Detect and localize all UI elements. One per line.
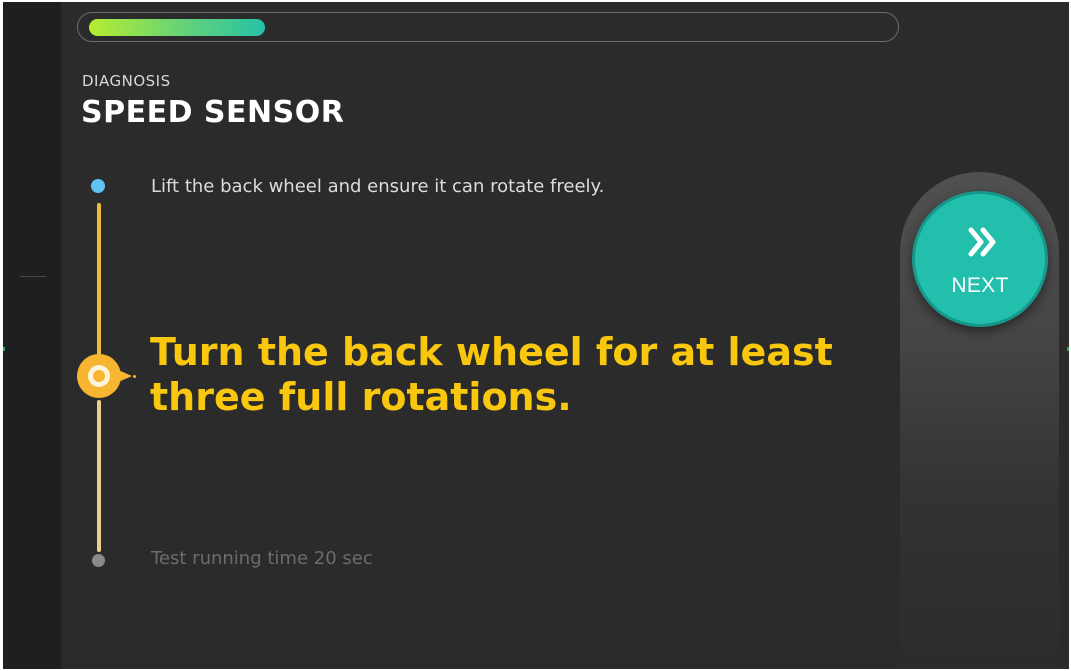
step-active-pointer-tip (133, 375, 136, 378)
step-active-marker (77, 354, 121, 398)
timeline-line-remaining (97, 400, 101, 552)
step-pending-dot (92, 554, 105, 567)
next-button-label: NEXT (951, 274, 1009, 297)
step-pending-text: Test running time 20 sec (151, 548, 373, 569)
section-kicker: DIAGNOSIS (82, 72, 171, 90)
timeline-line-completed (97, 203, 101, 361)
step-done-dot (91, 179, 105, 193)
step-active-text: Turn the back wheel for at least three f… (150, 330, 833, 419)
page-title: SPEED SENSOR (81, 95, 345, 130)
edge-indicator-right (1067, 347, 1069, 351)
left-rail (3, 2, 61, 669)
step-active-pointer (116, 369, 132, 383)
step-done-text: Lift the back wheel and ensure it can ro… (151, 176, 605, 197)
next-button[interactable]: NEXT (912, 191, 1048, 327)
double-chevron-right-icon (968, 227, 996, 257)
edge-indicator-left (3, 347, 5, 351)
diagnosis-screen: DIAGNOSIS SPEED SENSOR Lift the back whe… (3, 2, 1069, 669)
rail-divider (20, 276, 46, 277)
progress-bar (77, 12, 899, 42)
progress-bar-fill (89, 19, 265, 36)
